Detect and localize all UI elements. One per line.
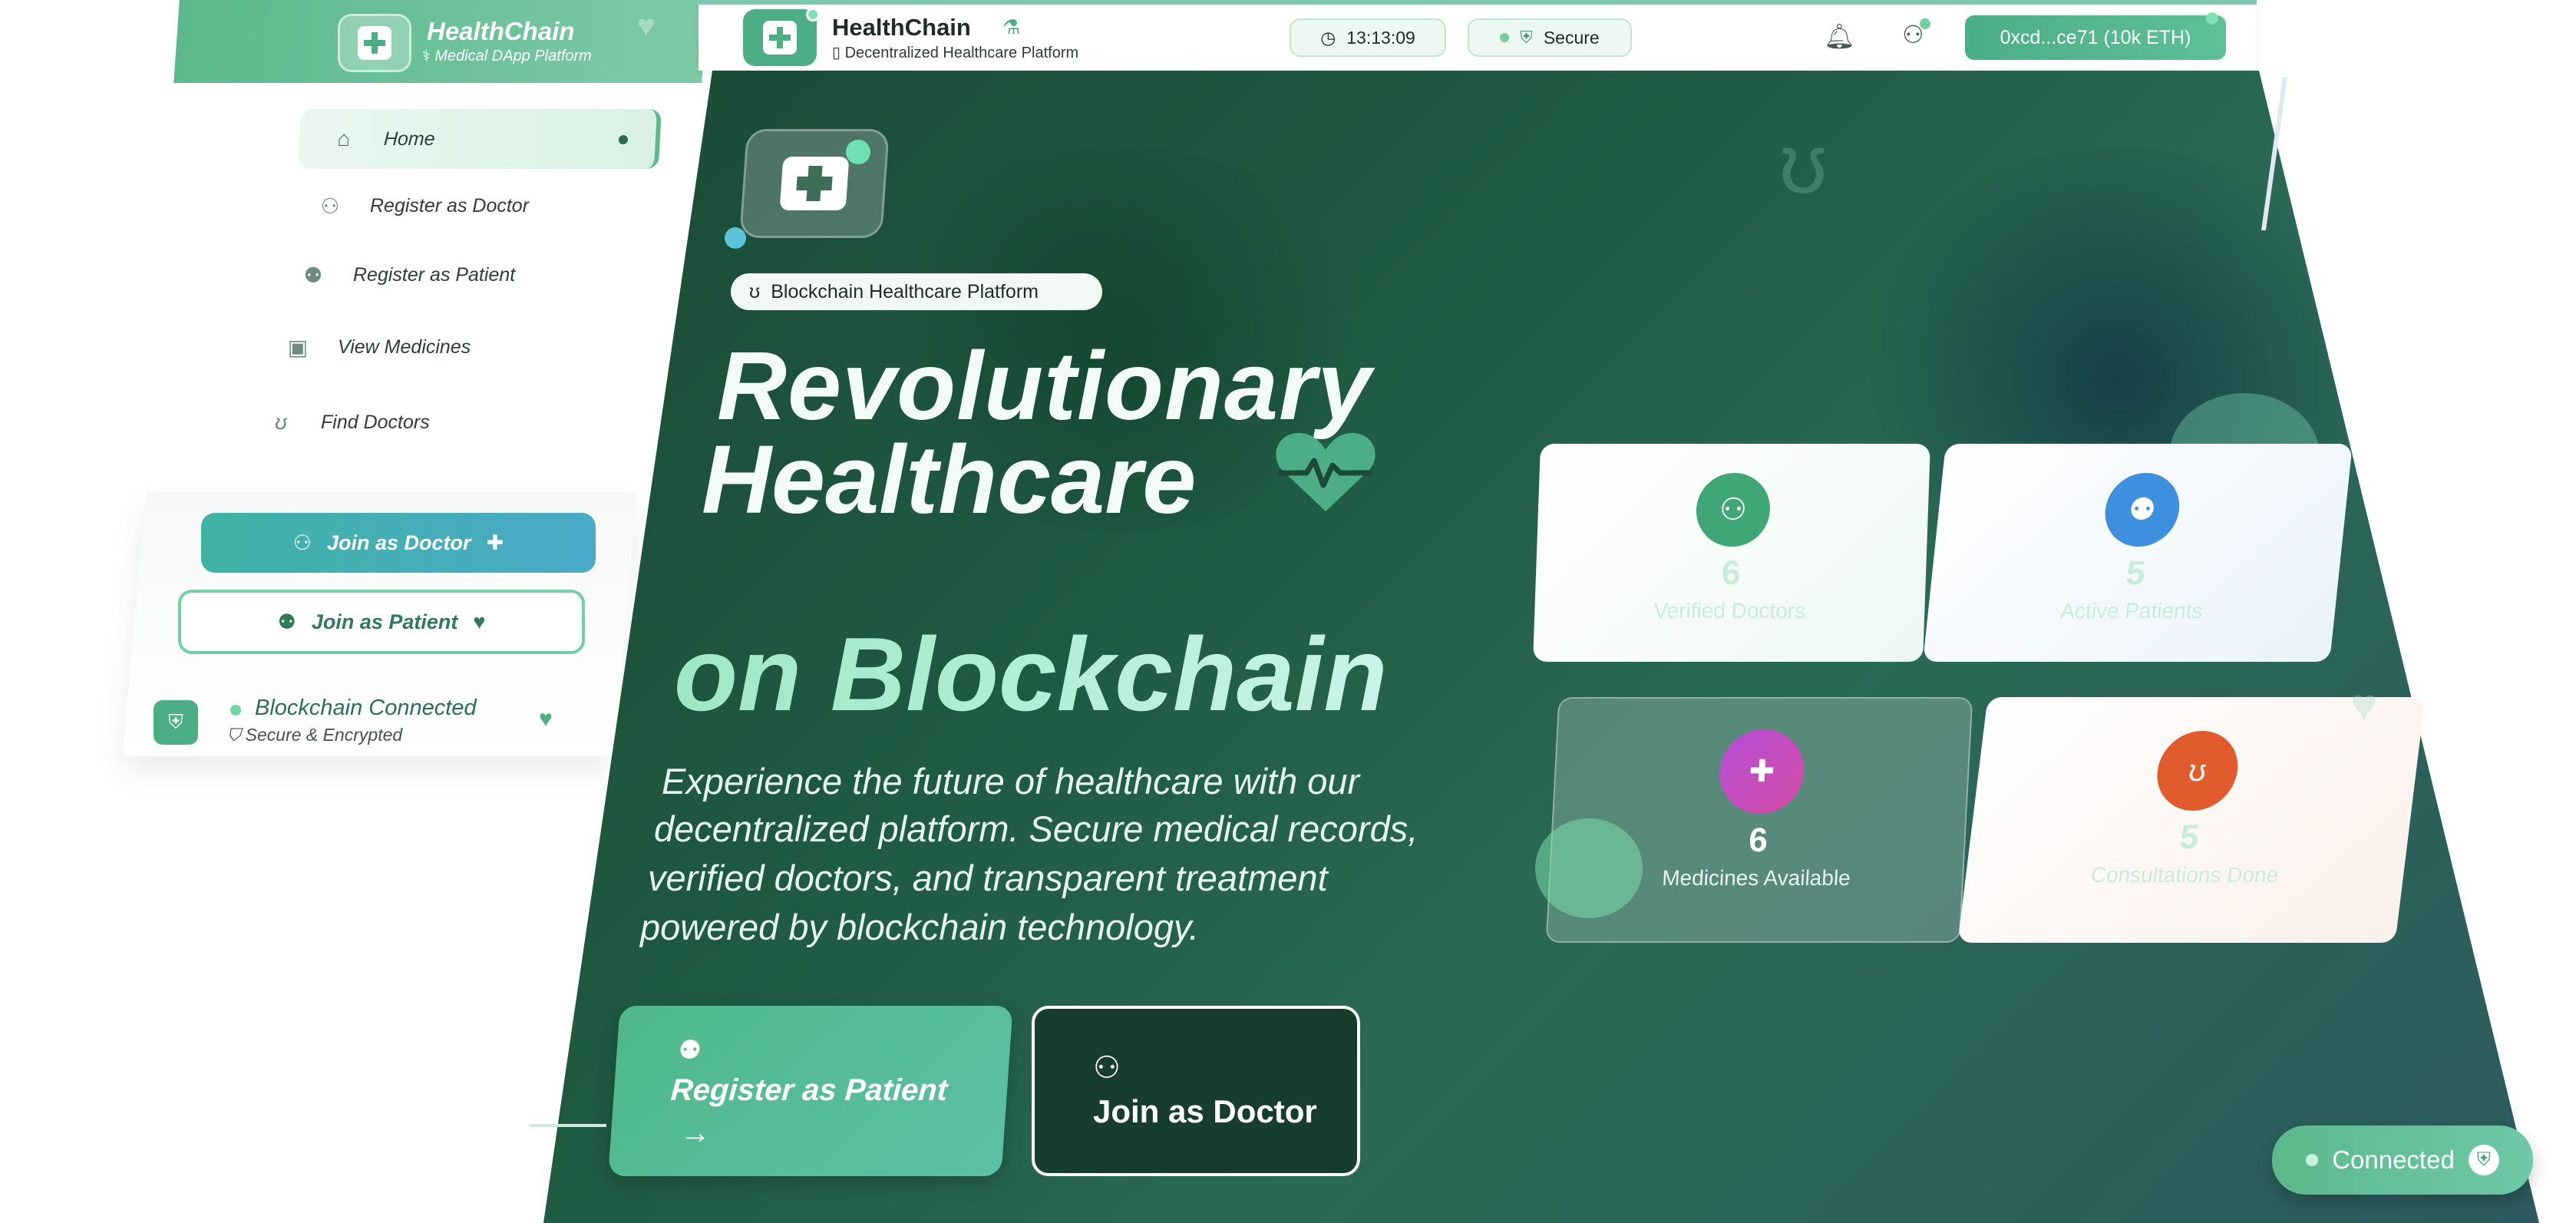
heart-pulse-icon — [1276, 433, 1376, 511]
stat-card-consultations: ʊ 5 Consultations Done — [1957, 697, 2426, 943]
medical-cross-icon — [358, 26, 391, 60]
document-icon: ▯ — [832, 45, 845, 61]
status-dot — [2206, 12, 2218, 25]
hero-description: verified doctors, and transparent treatm… — [648, 858, 1328, 898]
sidebar-item-label: View Medicines — [338, 335, 471, 358]
hero-description: Experience the future of healthcare with… — [662, 761, 1360, 802]
sidebar-item-label: Home — [383, 127, 436, 150]
home-icon: ⌂ — [336, 127, 352, 150]
stat-label: Medicines Available — [1661, 866, 1851, 890]
bell-icon[interactable]: 🔔︎ — [1824, 21, 1855, 51]
sidebar-item-view-medicines[interactable]: ▣ View Medicines — [284, 333, 471, 361]
stat-value: 6 — [1720, 554, 1742, 592]
sidebar-brand-subtitle: ⚕ Medical DApp Platform — [422, 48, 592, 64]
patients-icon: ⚉ — [277, 610, 296, 633]
divider — [530, 1124, 606, 1127]
decorative-circle — [1535, 818, 1643, 918]
active-indicator — [618, 135, 629, 144]
medicine-icon: ▣ — [287, 335, 309, 359]
status-dot — [2306, 1154, 2319, 1166]
status-dot — [806, 8, 820, 21]
stat-label: Active Patients — [2059, 599, 2204, 623]
doctor-icon: ⚇ — [320, 193, 340, 218]
shield-icon: ⛨ — [2468, 1145, 2499, 1175]
patients-icon: ⚉ — [2101, 473, 2183, 547]
microscope-icon: ⚗ — [1002, 15, 1021, 38]
register-as-patient-button[interactable]: ⚉ Register as Patient → — [608, 1006, 1013, 1176]
sidebar-logo[interactable] — [338, 14, 411, 72]
join-as-patient-button[interactable]: ⚉ Join as Patient ♥ — [178, 590, 585, 654]
patients-icon: ⚉ — [677, 1036, 703, 1065]
stat-label: Verified Doctors — [1653, 599, 1806, 623]
status-dot — [1919, 18, 1930, 29]
join-as-doctor-cta-button[interactable]: ⚇ Join as Doctor — [1032, 1006, 1360, 1176]
medicine-icon: ✚ — [1717, 729, 1807, 814]
hero-headline: Healthcare — [702, 425, 1197, 534]
stat-value: 6 — [1748, 821, 1769, 859]
stat-card-patients: ⚉ 5 Active Patients — [1923, 444, 2353, 662]
sidebar-item-label: Find Doctors — [321, 411, 430, 433]
hero-description: decentralized platform. Secure medical r… — [654, 808, 1418, 849]
status-dot — [230, 705, 241, 716]
doctor-icon: ⚇ — [1695, 473, 1772, 547]
decorative-dot — [846, 140, 870, 164]
heart-pulse-icon: ♥ — [539, 706, 553, 732]
sidebar-item-label: Register as Patient — [353, 263, 516, 286]
shield-icon: ⛨ — [1520, 28, 1533, 47]
stat-value: 5 — [2177, 818, 2201, 856]
shield-outline-icon: ⛉ — [227, 725, 246, 745]
stethoscope-icon: ʊ — [1779, 117, 1828, 211]
heart-pulse-icon: ♥ — [473, 610, 486, 633]
doctor-icon: ⚇ — [292, 531, 312, 554]
secure-pill: ⛨ Secure — [1468, 18, 1632, 57]
blockchain-status: Blockchain Connected — [255, 696, 477, 720]
medical-cross-icon — [779, 157, 850, 210]
stat-card-doctors: ⚇ 6 Verified Doctors — [1533, 444, 1930, 662]
stethoscope-icon: ʊ — [275, 410, 287, 434]
app-subtitle: ▯ Decentralized Healthcare Platform — [832, 45, 1079, 61]
join-as-doctor-button[interactable]: ⚇ Join as Doctor ✚ — [201, 513, 596, 573]
hero-headline-accent: on Blockchain — [674, 616, 1388, 732]
stethoscope-icon: ʊ — [2152, 731, 2243, 811]
sidebar-item-register-patient[interactable]: ⚉ Register as Patient — [299, 261, 516, 289]
app-title: HealthChain — [832, 14, 971, 41]
medical-bag-icon: ✚ — [486, 531, 504, 554]
shield-icon: ⛨ — [154, 700, 198, 745]
stethoscope-icon: ʊ — [749, 280, 761, 302]
arrow-right-icon: → — [679, 1116, 712, 1150]
blockchain-status-sub: ⛉ Secure & Encrypted — [227, 725, 403, 745]
heart-pulse-icon: ♥ — [2350, 679, 2378, 731]
stat-label: Consultations Done — [2089, 863, 2280, 887]
user-icon[interactable]: ⚇ — [1902, 18, 1930, 49]
status-dot — [1500, 33, 1510, 42]
hero-description: powered by blockchain technology. — [640, 907, 1200, 947]
connection-status-button[interactable]: Connected ⛨ — [2272, 1125, 2533, 1195]
sidebar-brand-title: HealthChain — [427, 17, 575, 45]
stethoscope-icon: ⚕ — [422, 48, 435, 64]
clock-icon: ◷ — [1320, 27, 1336, 48]
sidebar-item-register-doctor[interactable]: ⚇ Register as Doctor — [316, 192, 530, 220]
hero-badge: ʊ Blockchain Healthcare Platform — [731, 273, 1102, 310]
medical-cross-icon — [763, 21, 797, 55]
patients-icon: ⚉ — [303, 263, 323, 287]
stat-value: 5 — [2124, 554, 2148, 592]
wallet-button[interactable]: 0xcd...ce71 (10k ETH) — [1965, 12, 2226, 60]
clock-pill: ◷ 13:13:09 — [1290, 18, 1446, 57]
topbar-logo[interactable] — [743, 8, 820, 66]
sidebar-item-find-doctors[interactable]: ʊ Find Doctors — [267, 408, 430, 436]
heart-icon: ♥ — [637, 9, 656, 43]
sidebar-item-home[interactable]: ⌂ Home — [297, 109, 662, 169]
sidebar-item-label: Register as Doctor — [370, 194, 530, 217]
decorative-dot — [725, 227, 746, 249]
doctor-icon: ⚇ — [1093, 1051, 1121, 1085]
